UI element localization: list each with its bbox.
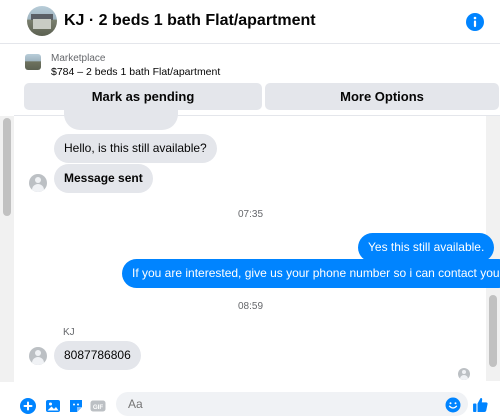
gif-icon[interactable]: GIF [90,398,106,414]
emoji-icon[interactable] [445,397,461,413]
sticker-icon[interactable] [68,398,84,414]
listing-avatar[interactable] [27,6,57,36]
listing-thumbnail[interactable] [25,54,41,70]
message-input[interactable] [128,397,428,411]
timestamp: 07:35 [238,209,264,220]
plus-circle-icon[interactable] [20,398,36,414]
message-bubble-outgoing: If you are interested, give us your phon… [122,259,500,288]
sender-avatar[interactable] [29,174,47,192]
listing-price[interactable]: $784 – 2 beds 1 bath Flat/apartment [51,66,220,78]
message-bubble-outgoing: Yes this still available. [358,233,495,262]
sender-name: KJ [63,327,75,338]
info-icon[interactable] [466,13,484,31]
thumbs-up-icon[interactable] [472,396,489,413]
svg-text:GIF: GIF [93,404,104,411]
sender-avatar[interactable] [29,347,47,365]
house-body [33,19,51,29]
seen-receipt-avatar [458,368,470,380]
photo-icon[interactable] [45,398,61,414]
message-bubble: 8087786806 [54,341,141,370]
message-bubble-partial [64,104,178,130]
more-options-button[interactable]: More Options [265,83,499,110]
message-input-box[interactable] [116,392,468,416]
message-bubble: Hello, is this still available? [54,134,217,163]
chat-header: KJ · 2 beds 1 bath Flat/apartment [0,0,500,44]
timestamp: 08:59 [238,301,264,312]
message-bubble: Message sent [54,164,153,193]
left-scrollbar-thumb[interactable] [3,118,11,216]
marketplace-label: Marketplace [51,53,106,64]
chat-title[interactable]: KJ · 2 beds 1 bath Flat/apartment [64,12,316,30]
chat-scrollbar-thumb[interactable] [489,295,497,367]
